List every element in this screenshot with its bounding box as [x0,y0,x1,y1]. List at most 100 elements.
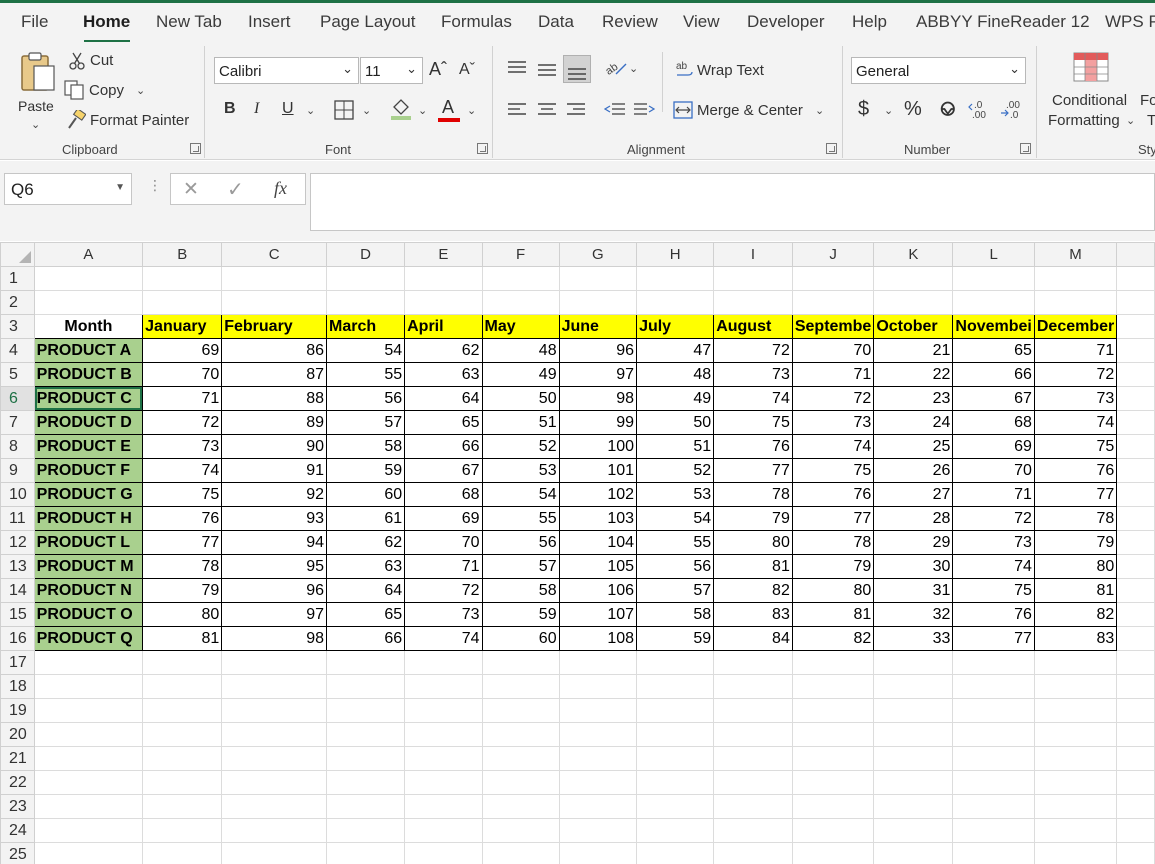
cell[interactable] [33,650,144,675]
value-cell[interactable]: 62 [325,530,406,555]
tab-wps[interactable]: WPS P [1105,12,1155,32]
month-cell[interactable]: January [142,314,223,339]
cell[interactable] [1116,410,1155,435]
month-cell[interactable]: August [713,314,793,339]
cell[interactable] [952,818,1035,843]
cell[interactable] [481,674,560,699]
cell[interactable] [873,674,954,699]
cell[interactable] [325,290,406,315]
value-cell[interactable]: 74 [791,434,875,459]
value-cell[interactable]: 72 [142,410,223,435]
format-as-table-label-2[interactable]: T [1147,112,1155,129]
value-cell[interactable]: 65 [325,602,406,627]
value-cell[interactable]: 74 [952,554,1035,579]
cell[interactable] [636,266,715,291]
copy-button[interactable]: Copy [89,82,124,99]
cell[interactable] [558,722,638,747]
value-cell[interactable]: 93 [221,506,327,531]
tab-file[interactable]: File [21,12,48,32]
value-cell[interactable]: 108 [558,626,638,651]
cell[interactable] [791,650,875,675]
tab-new-tab[interactable]: New Tab [156,12,222,32]
cell[interactable] [221,794,327,819]
row-header[interactable]: 7 [0,410,35,435]
value-cell[interactable]: 87 [221,362,327,387]
value-cell[interactable]: 73 [142,434,223,459]
cell[interactable] [221,266,327,291]
cell[interactable] [558,674,638,699]
value-cell[interactable]: 102 [558,482,638,507]
paste-dropdown-icon[interactable]: ⌄ [31,118,40,131]
month-cell[interactable]: Septembe [791,314,875,339]
value-cell[interactable]: 53 [481,458,560,483]
merge-center-button[interactable]: Merge & Center [697,102,803,119]
cell[interactable] [481,290,560,315]
cell[interactable] [873,842,954,864]
italic-button[interactable]: I [254,100,259,118]
cell[interactable] [404,266,483,291]
cell[interactable] [1033,794,1118,819]
value-cell[interactable]: 73 [713,362,793,387]
cell[interactable] [873,770,954,795]
value-cell[interactable]: 71 [952,482,1035,507]
column-header-m[interactable]: M [1033,242,1118,267]
value-cell[interactable]: 86 [221,338,327,363]
row-header[interactable]: 24 [0,818,35,843]
value-cell[interactable]: 25 [873,434,954,459]
number-format-select[interactable]: General ⌄ [851,57,1026,84]
value-cell[interactable]: 82 [1033,602,1118,627]
wrap-text-button[interactable]: Wrap Text [697,62,764,79]
font-color-button[interactable]: A [442,97,454,118]
cell[interactable] [636,674,715,699]
value-cell[interactable]: 76 [791,482,875,507]
month-cell[interactable]: July [636,314,715,339]
row-header[interactable]: 18 [0,674,35,699]
cell[interactable] [1033,674,1118,699]
cell[interactable] [142,770,223,795]
value-cell[interactable]: 68 [404,482,483,507]
cell[interactable] [1116,578,1155,603]
cell[interactable] [325,770,406,795]
cell[interactable] [325,650,406,675]
cell[interactable] [791,818,875,843]
row-header[interactable]: 20 [0,722,35,747]
cell[interactable] [713,650,793,675]
column-header-j[interactable]: J [791,242,875,267]
cell[interactable] [1033,746,1118,771]
value-cell[interactable]: 74 [142,458,223,483]
cell[interactable] [1116,386,1155,411]
value-cell[interactable]: 70 [791,338,875,363]
value-cell[interactable]: 95 [221,554,327,579]
value-cell[interactable]: 52 [636,458,715,483]
value-cell[interactable]: 77 [713,458,793,483]
increase-indent-icon[interactable] [633,102,655,118]
value-cell[interactable]: 28 [873,506,954,531]
tab-formulas[interactable]: Formulas [441,12,512,32]
month-cell[interactable]: April [404,314,483,339]
value-cell[interactable]: 75 [791,458,875,483]
cell[interactable] [791,770,875,795]
value-cell[interactable]: 98 [558,386,638,411]
cell[interactable] [873,266,954,291]
month-header-cell[interactable]: Month [33,314,144,339]
select-all-corner[interactable] [0,242,35,267]
value-cell[interactable]: 81 [791,602,875,627]
value-cell[interactable]: 70 [952,458,1035,483]
cell[interactable] [481,746,560,771]
month-cell[interactable]: June [558,314,638,339]
value-cell[interactable]: 66 [404,434,483,459]
cell[interactable] [873,290,954,315]
cell[interactable] [325,674,406,699]
cell[interactable] [481,842,560,864]
column-header-e[interactable]: E [404,242,483,267]
orientation-icon[interactable]: ab [604,58,628,78]
fill-color-icon[interactable] [390,97,412,121]
column-header-h[interactable]: H [636,242,715,267]
currency-dropdown-icon[interactable]: ⌄ [884,104,893,117]
cell[interactable] [636,794,715,819]
value-cell[interactable]: 72 [1033,362,1118,387]
cell[interactable] [142,722,223,747]
cell[interactable] [952,770,1035,795]
cell[interactable] [1116,290,1155,315]
cell[interactable] [1116,338,1155,363]
